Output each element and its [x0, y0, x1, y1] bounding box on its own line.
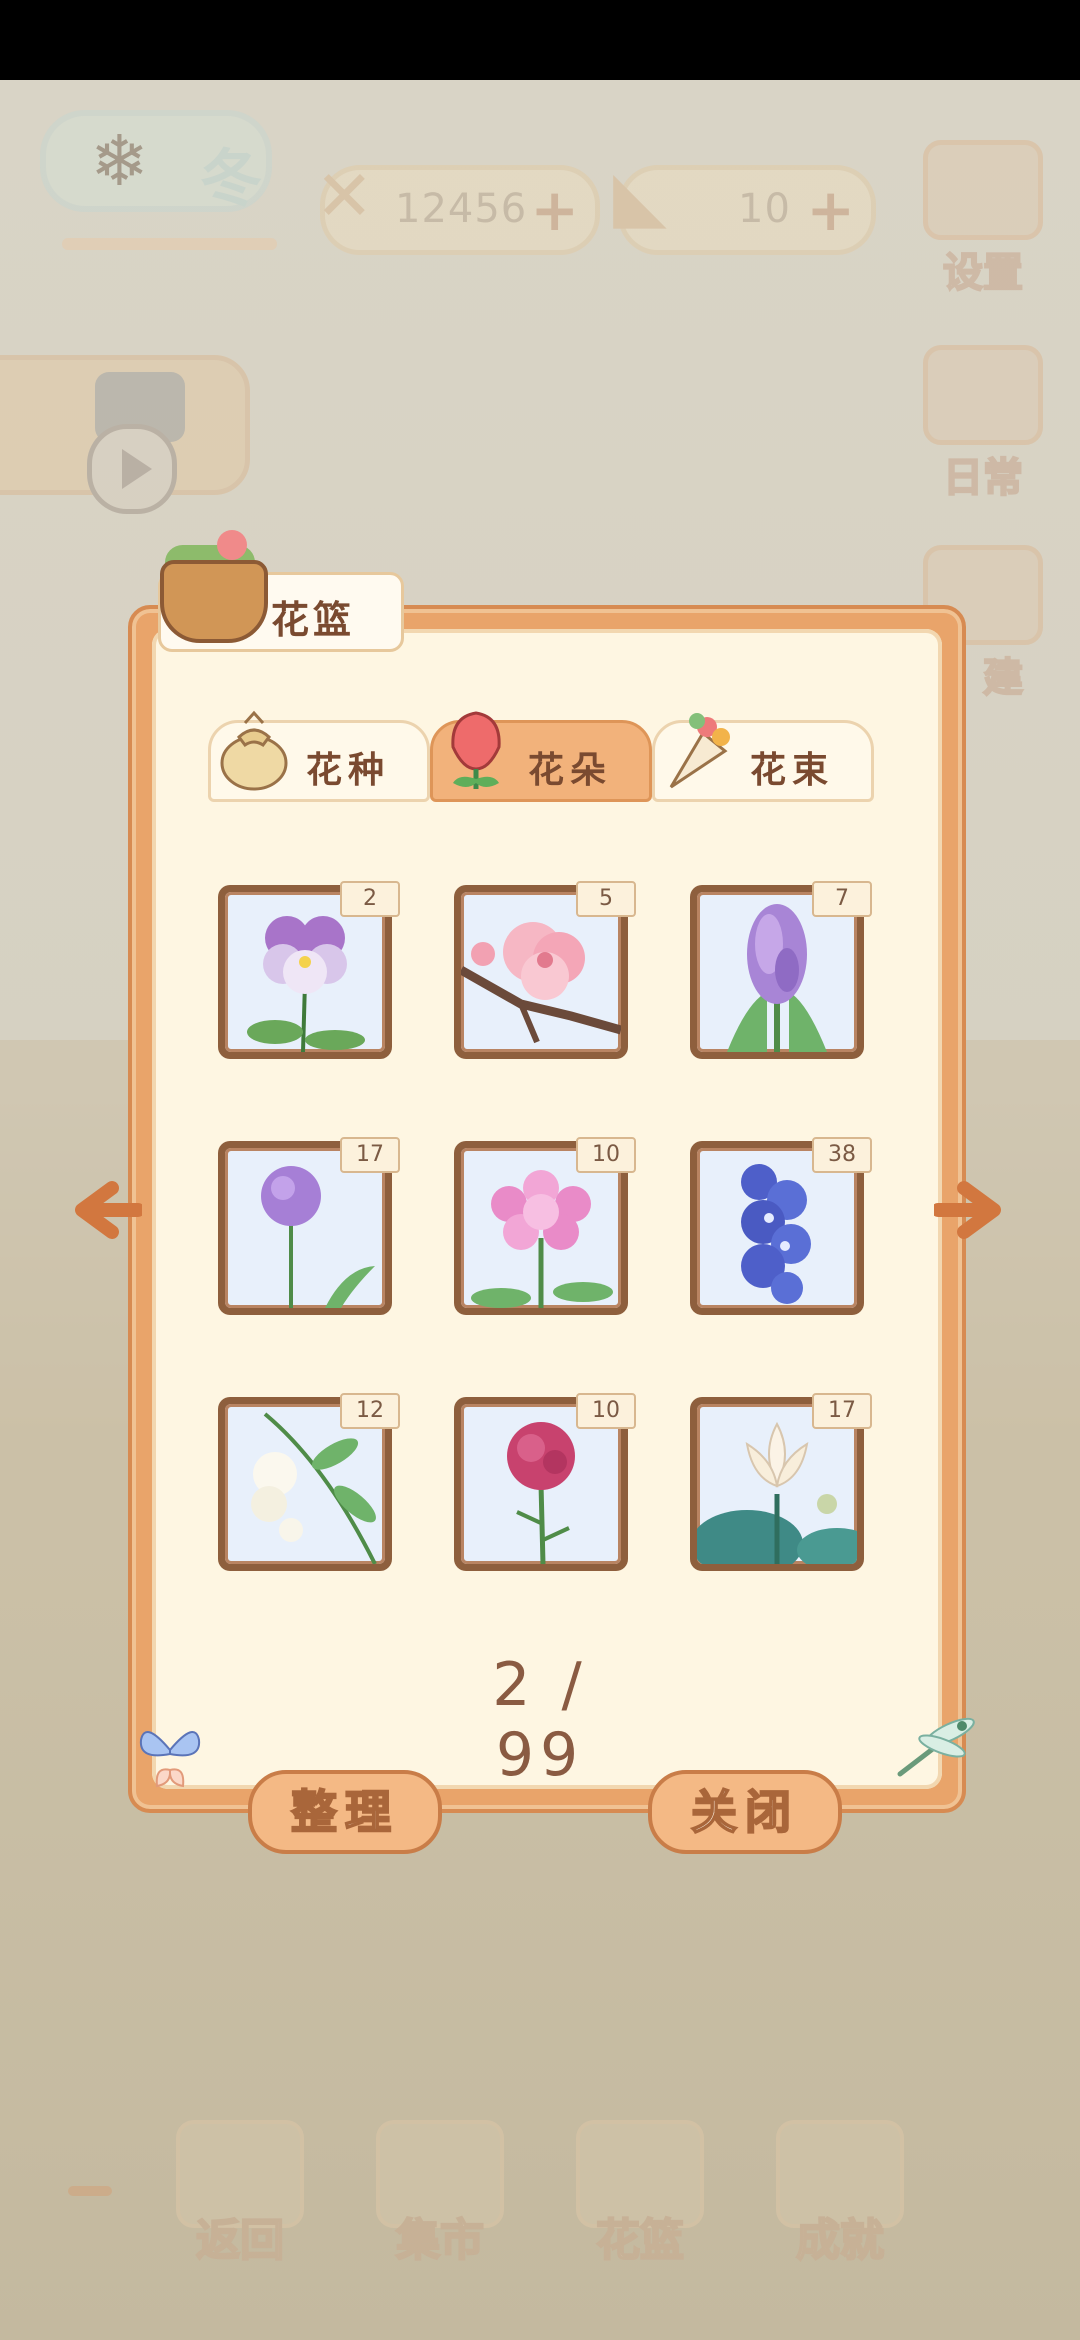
seed-bag-icon: [220, 710, 288, 791]
sort-button[interactable]: 整理: [248, 1770, 442, 1854]
add-fish-button[interactable]: +: [530, 176, 579, 244]
prev-page-button[interactable]: [72, 1180, 145, 1240]
nav-basket-label: 花篮: [595, 2214, 685, 2267]
nav-market[interactable]: 集市: [370, 2120, 510, 2268]
item-count: 17: [812, 1393, 872, 1429]
butterfly-icon: [139, 1731, 201, 1788]
flower-slot[interactable]: 12: [218, 1393, 400, 1571]
dragonfly-icon: [897, 1717, 975, 1777]
cheese-count: 10: [738, 186, 791, 232]
fish-currency: ✕ 12456 +: [315, 155, 600, 255]
tab-flowers[interactable]: 花朵: [430, 711, 652, 802]
replay-button[interactable]: [0, 355, 250, 514]
flower-slot[interactable]: 10: [454, 1393, 636, 1571]
item-count: 38: [812, 1137, 872, 1173]
tab-seeds-label: 花种: [306, 750, 391, 791]
tab-bouquets[interactable]: 花束: [652, 713, 874, 802]
season-indicator[interactable]: ❄ 冬: [40, 110, 277, 250]
tab-seeds[interactable]: 花种: [208, 710, 430, 802]
flower-grid: 2 5 7 17 10 38 12 10 17: [218, 881, 872, 1571]
arrow-left-icon: [75, 1181, 145, 1239]
nav-market-label: 集市: [395, 2214, 485, 2267]
item-count: 17: [340, 1137, 400, 1173]
daily-button[interactable]: 日常: [918, 345, 1048, 502]
item-count: 5: [576, 881, 636, 917]
flower-slot[interactable]: 38: [690, 1137, 872, 1315]
gear-icon: [923, 140, 1043, 240]
next-page-button[interactable]: [931, 1180, 1004, 1240]
close-button[interactable]: 关闭: [648, 1770, 842, 1854]
status-bar: [0, 0, 1080, 80]
flower-slot[interactable]: 7: [690, 881, 872, 1059]
item-count: 10: [576, 1393, 636, 1429]
basket-icon: [155, 525, 268, 643]
fish-bone-icon: ✕: [315, 155, 374, 237]
nav-back-label: 返回: [195, 2214, 285, 2267]
bottom-nav: 返回 集市 花篮 成就: [0, 2120, 1080, 2290]
category-tabs: 花种 花朵 花束: [208, 710, 874, 802]
season-progress-bar: [62, 238, 277, 250]
dialog-title: 花篮: [271, 598, 356, 642]
nav-achievements-label: 成就: [795, 2214, 885, 2267]
cheese-currency: ◣ 10 +: [613, 155, 876, 255]
close-label: 关闭: [690, 1784, 799, 1840]
bouquet-icon: [669, 713, 730, 789]
nav-back[interactable]: 返回: [170, 2120, 310, 2268]
flower-slot[interactable]: 2: [218, 881, 400, 1059]
tab-bouquets-label: 花束: [750, 750, 835, 791]
tab-flowers-label: 花朵: [528, 750, 613, 791]
daily-label: 日常: [942, 454, 1024, 502]
season-label: 冬: [200, 142, 263, 215]
add-cheese-button[interactable]: +: [806, 176, 855, 244]
fish-count: 12456: [395, 186, 528, 232]
sort-label: 整理: [290, 1784, 399, 1840]
settings-button[interactable]: 设置: [918, 140, 1048, 297]
item-count: 10: [576, 1137, 636, 1173]
play-icon: [87, 424, 177, 514]
notebook-icon: [923, 345, 1043, 445]
flower-slot[interactable]: 17: [690, 1393, 872, 1571]
cheese-icon: ◣: [613, 155, 667, 237]
nav-basket[interactable]: 花篮: [570, 2120, 710, 2268]
rose-icon: [451, 711, 501, 789]
page-indicator: 2 / 99: [492, 1650, 588, 1790]
menu-dash-icon[interactable]: [68, 2186, 112, 2196]
item-count: 2: [340, 881, 400, 917]
arrow-right-icon: [931, 1181, 1001, 1239]
nav-achievements[interactable]: 成就: [770, 2120, 910, 2268]
winter-tree-icon: ❄: [90, 120, 149, 202]
flower-slot[interactable]: 5: [454, 881, 636, 1059]
flower-slot[interactable]: 10: [454, 1137, 636, 1315]
item-count: 12: [340, 1393, 400, 1429]
settings-label: 设置: [942, 249, 1024, 297]
item-count: 7: [812, 881, 872, 917]
flower-slot[interactable]: 17: [218, 1137, 400, 1315]
